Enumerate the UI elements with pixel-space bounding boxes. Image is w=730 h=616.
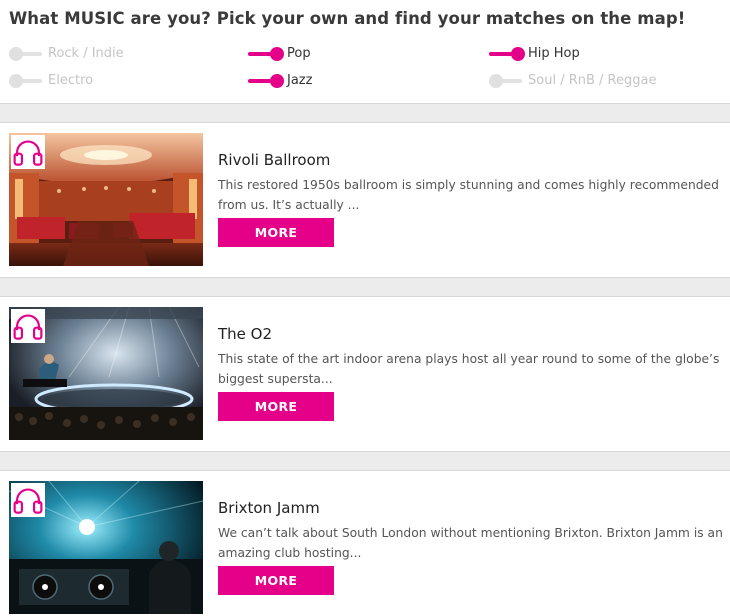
venue-description: This restored 1950s ballroom is simply s…	[218, 178, 719, 212]
genre-toggle-rock-indie[interactable]: Rock / Indie	[9, 46, 124, 61]
genre-toggle-hip-hop[interactable]: Hip Hop	[489, 46, 580, 61]
genre-toggle-electro[interactable]: Electro	[9, 73, 93, 88]
venue-description: This state of the art indoor arena plays…	[218, 352, 720, 386]
toggle-switch[interactable]	[248, 73, 284, 88]
venue-photo-the-o2[interactable]	[9, 307, 203, 440]
genre-label: Hip Hop	[528, 46, 580, 61]
genre-label: Soul / RnB / Reggae	[528, 73, 657, 88]
separator-band	[0, 451, 730, 471]
venue-photo-rivoli-ballroom[interactable]	[9, 133, 203, 266]
toggle-switch[interactable]	[9, 46, 45, 61]
venue-card: The O2 This state of the art indoor aren…	[0, 307, 730, 441]
more-button[interactable]: MORE	[218, 218, 334, 247]
more-button[interactable]: MORE	[218, 566, 334, 595]
headphones-icon	[13, 488, 43, 514]
toggle-switch[interactable]	[489, 46, 525, 61]
music-badge	[11, 483, 45, 517]
toggle-switch[interactable]	[248, 46, 284, 61]
genre-toggle-soul-rnb-reggae[interactable]: Soul / RnB / Reggae	[489, 73, 656, 88]
venue-card: Rivoli Ballroom This restored 1950s ball…	[0, 133, 730, 267]
headphones-icon	[13, 314, 43, 340]
genre-label: Pop	[287, 46, 311, 61]
toggle-switch[interactable]	[489, 73, 525, 88]
genre-toggle-jazz[interactable]: Jazz	[248, 73, 312, 88]
genre-label: Rock / Indie	[48, 46, 124, 61]
venue-photo-brixton-jamm[interactable]	[9, 481, 203, 614]
venue-card: Brixton Jamm We can’t talk about South L…	[0, 481, 730, 615]
venue-title: Brixton Jamm	[218, 499, 320, 517]
more-button[interactable]: MORE	[218, 392, 334, 421]
genre-label: Electro	[48, 73, 94, 88]
toggle-switch[interactable]	[9, 73, 45, 88]
separator-band	[0, 277, 730, 297]
venue-title: The O2	[218, 325, 273, 343]
separator-band	[0, 103, 730, 123]
genre-toggle-pop[interactable]: Pop	[248, 46, 311, 61]
music-badge	[11, 309, 45, 343]
music-badge	[11, 135, 45, 169]
headphones-icon	[13, 140, 43, 166]
page-heading: What MUSIC are you? Pick your own and fi…	[9, 9, 686, 28]
venue-title: Rivoli Ballroom	[218, 151, 331, 169]
venue-description: We can’t talk about South London without…	[218, 526, 723, 560]
genre-label: Jazz	[287, 73, 313, 88]
